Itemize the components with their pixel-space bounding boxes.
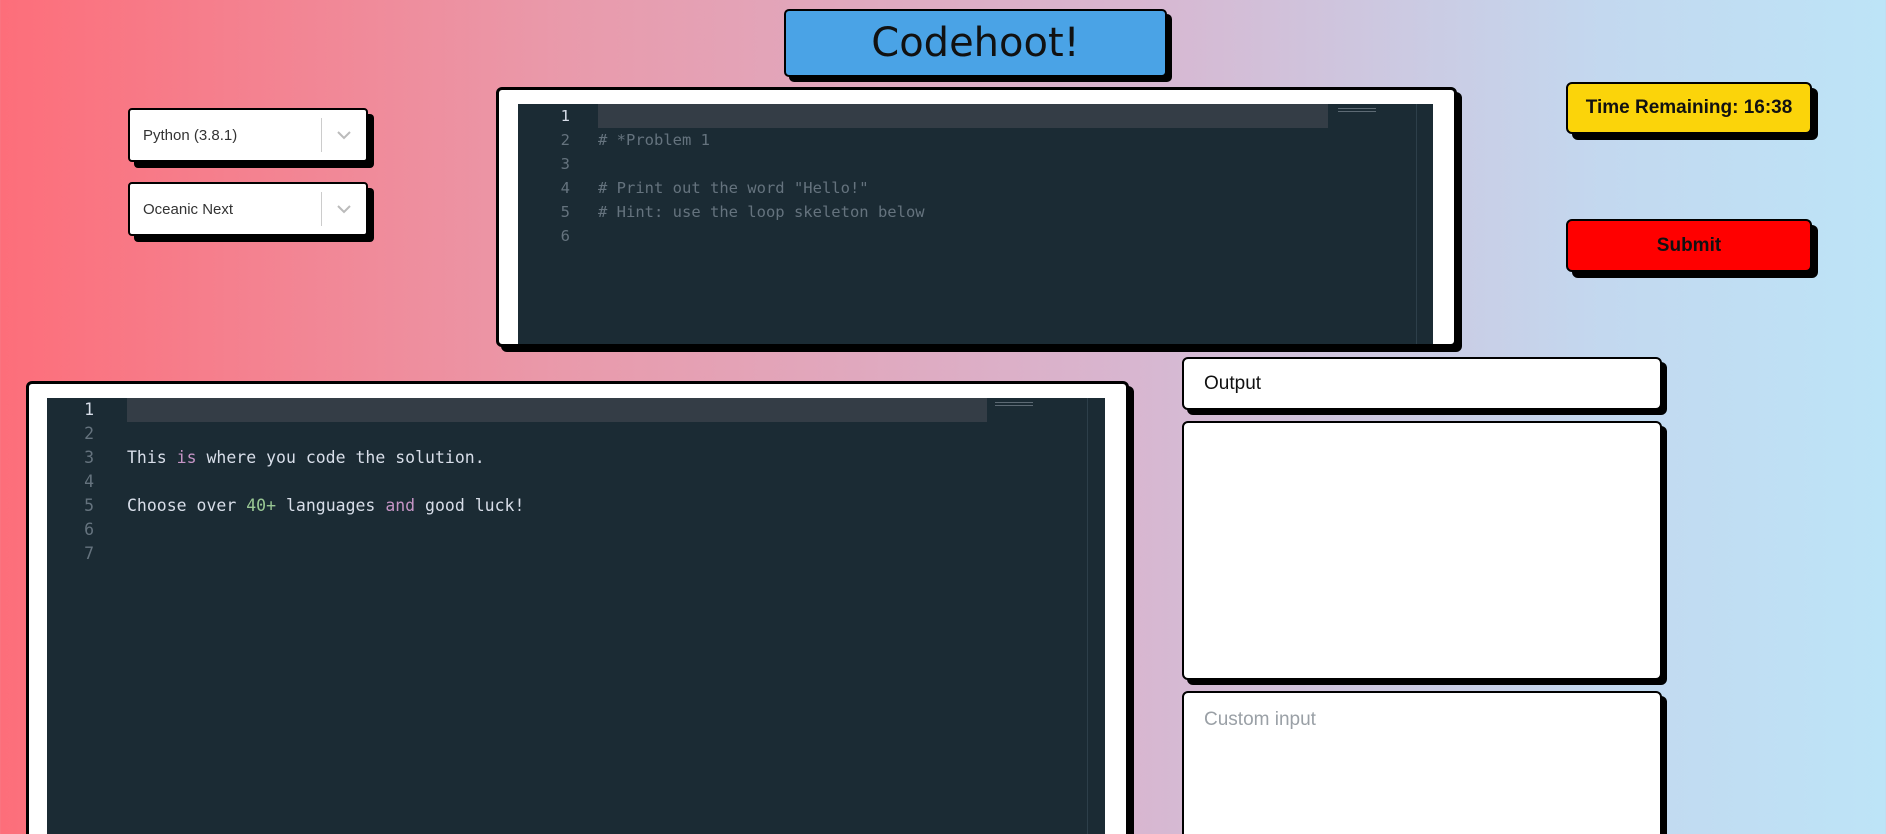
code-text: good luck! [415, 496, 525, 515]
problem-editor[interactable]: 1 2 3 4 5 6 # *Problem 1 # Print out the… [518, 104, 1433, 344]
solution-code: This is where you code the solution. Cho… [127, 398, 524, 566]
line-number: 4 [84, 472, 94, 491]
line-numbers: 1 2 3 4 5 6 7 [47, 398, 94, 566]
code-keyword: is [176, 448, 197, 467]
line-number: 1 [84, 400, 94, 419]
line-number: 3 [560, 155, 570, 173]
submit-button[interactable]: Submit [1566, 219, 1812, 272]
theme-select[interactable]: Oceanic Next [128, 182, 368, 236]
line-number: 7 [84, 544, 94, 563]
app-title: Codehoot! [784, 9, 1167, 77]
time-remaining: Time Remaining: 16:38 [1566, 82, 1812, 134]
code-line: Choose over 40+ languages and good luck! [127, 494, 524, 518]
line-number: 3 [84, 448, 94, 467]
output-area [1182, 421, 1662, 680]
problem-code: # *Problem 1 # Print out the word "Hello… [598, 104, 925, 248]
code-text: Choose over [127, 496, 247, 515]
code-text: languages [276, 496, 386, 515]
line-number: 6 [560, 227, 570, 245]
editor-ruler [1087, 398, 1088, 834]
minimap[interactable] [1338, 108, 1376, 114]
editor-ruler [1416, 104, 1417, 344]
line-number: 5 [84, 496, 94, 515]
custom-input-field[interactable] [1182, 691, 1662, 834]
line-numbers: 1 2 3 4 5 6 [518, 104, 570, 248]
code-text: where you code the solution. [196, 448, 485, 467]
chevron-down-icon[interactable] [322, 204, 366, 214]
line-number: 6 [84, 520, 94, 539]
code-line: This is where you code the solution. [127, 446, 524, 470]
code-line: # Hint: use the loop skeleton below [598, 203, 925, 221]
line-number: 1 [560, 107, 570, 125]
output-header: Output [1182, 357, 1662, 410]
code-keyword: and [385, 496, 416, 515]
line-number: 4 [560, 179, 570, 197]
line-number: 2 [84, 424, 94, 443]
code-number: 40+ [246, 496, 277, 515]
theme-select-value: Oceanic Next [143, 200, 234, 218]
solution-editor[interactable]: 1 2 3 4 5 6 7 This is where you code the… [47, 398, 1105, 834]
code-line: # Print out the word "Hello!" [598, 179, 869, 197]
code-line: # *Problem 1 [598, 131, 710, 149]
language-select-value: Python (3.8.1) [143, 126, 238, 144]
minimap[interactable] [995, 402, 1033, 408]
language-select[interactable]: Python (3.8.1) [128, 108, 368, 162]
chevron-down-icon[interactable] [322, 130, 366, 140]
line-number: 2 [560, 131, 570, 149]
code-text: This [127, 448, 177, 467]
line-number: 5 [560, 203, 570, 221]
